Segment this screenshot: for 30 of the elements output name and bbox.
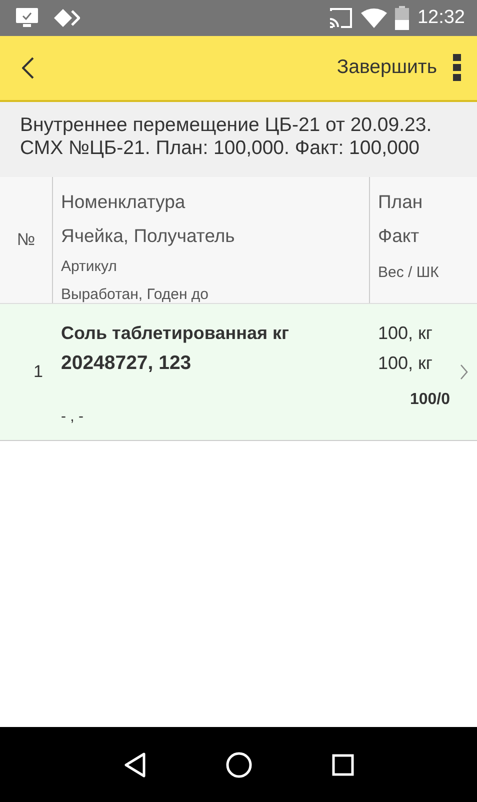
column-header-label: Артикул bbox=[61, 256, 118, 277]
column-header-label: Выработан, Годен до bbox=[61, 284, 210, 305]
row-number: 1 bbox=[34, 361, 43, 384]
column-header-label: Ячейка, Получатель bbox=[61, 224, 236, 248]
wifi-icon bbox=[361, 8, 388, 28]
production-expiry-dates: - , - bbox=[61, 406, 84, 427]
weight-barcode: 100/0 bbox=[408, 390, 450, 410]
home-nav-icon[interactable] bbox=[226, 752, 252, 778]
back-icon[interactable] bbox=[22, 57, 34, 79]
column-header-label: Факт bbox=[378, 224, 420, 248]
column-header-label: Номенклатура bbox=[61, 190, 186, 214]
table-row[interactable]: 1 Соль таблетированная кг 20248727, 123 - , - 100, кг 100, кг 100/0 bbox=[0, 304, 477, 441]
chevron-right-icon[interactable] bbox=[460, 364, 468, 380]
number-column-header: № bbox=[16, 229, 36, 252]
fact-quantity: 100, кг bbox=[378, 352, 434, 375]
plan-quantity: 100, кг bbox=[378, 322, 434, 345]
cell-recipient: 20248727, 123 bbox=[61, 350, 192, 376]
back-nav-icon[interactable] bbox=[124, 752, 146, 778]
monitor-check-icon bbox=[16, 8, 38, 28]
more-menu-icon[interactable] bbox=[453, 54, 461, 82]
cast-icon bbox=[329, 8, 354, 28]
column-header-label: План bbox=[378, 190, 424, 214]
finish-button[interactable]: Завершить bbox=[336, 53, 437, 83]
document-title: Внутреннее перемещение ЦБ-21 от 20.09.23. СМХ №ЦБ-21. План: 100,000. Факт: 100,000 bbox=[0, 102, 477, 177]
diamond-arrow-icon bbox=[54, 9, 80, 27]
column-header-label: Вес / ШК bbox=[378, 262, 440, 283]
item-name: Соль таблетированная кг bbox=[61, 322, 290, 345]
recents-nav-icon[interactable] bbox=[332, 754, 354, 776]
clock-time: 12:32 bbox=[417, 6, 465, 30]
battery-icon bbox=[395, 6, 410, 30]
